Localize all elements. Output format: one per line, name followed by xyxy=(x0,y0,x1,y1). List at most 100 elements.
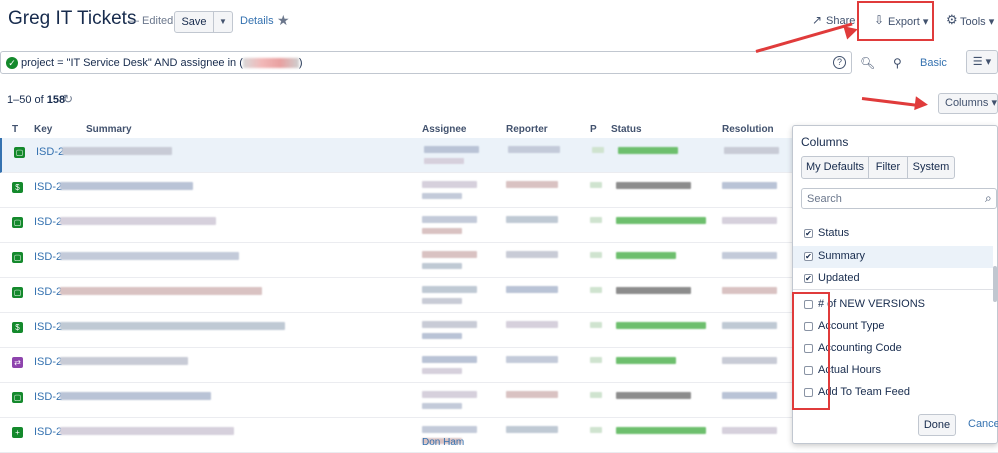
redacted-cell xyxy=(422,333,462,339)
layout-options-button[interactable]: ☰ ▾ xyxy=(966,50,998,74)
assignee-name[interactable]: Don Ham xyxy=(422,437,464,448)
col-header-priority[interactable]: P xyxy=(590,124,597,135)
issue-key-link[interactable]: ISD-2 xyxy=(34,391,62,403)
col-header-resolution[interactable]: Resolution xyxy=(722,124,774,135)
save-options-dropdown[interactable]: ▼ xyxy=(213,11,233,33)
issue-type-icon: ▢ xyxy=(12,392,23,403)
redacted-cell xyxy=(60,392,211,400)
done-button[interactable]: Done xyxy=(918,414,956,436)
favorite-star-icon[interactable]: ★ xyxy=(277,12,290,29)
issue-type-icon: ⇄ xyxy=(12,357,23,368)
issue-key-link[interactable]: ISD-2 xyxy=(34,251,62,263)
refresh-icon[interactable]: ↻ xyxy=(63,92,73,106)
search-placeholder: Search xyxy=(807,193,842,205)
issue-type-icon: + xyxy=(12,427,23,438)
list-icon: ☰ ▾ xyxy=(972,56,992,68)
issue-key-link[interactable]: ISD-2 xyxy=(34,356,62,368)
annotation-arrow-columns xyxy=(861,97,918,107)
redacted-cell xyxy=(722,287,777,294)
redacted-cell xyxy=(60,287,262,295)
checkbox-checked-icon[interactable]: ✔ xyxy=(804,252,813,261)
column-option[interactable]: ✔ Status xyxy=(793,223,993,245)
redacted-cell xyxy=(506,391,558,398)
redacted-cell xyxy=(422,251,477,258)
col-header-summary[interactable]: Summary xyxy=(86,124,132,135)
column-option-label: Add To Team Feed xyxy=(818,386,910,398)
help-icon[interactable]: ? xyxy=(833,56,846,69)
search-icon: ⌕ xyxy=(985,191,992,205)
gear-icon: ⚙ xyxy=(946,12,958,27)
checkbox-checked-icon[interactable]: ✔ xyxy=(804,274,813,283)
checkbox-checked-icon[interactable]: ✔ xyxy=(804,229,813,238)
redacted-cell xyxy=(60,217,216,225)
column-option[interactable]: ✔ Updated xyxy=(793,268,993,290)
arrowhead-icon xyxy=(914,96,929,112)
issue-type-icon: ▢ xyxy=(12,217,23,228)
page-title: Greg IT Tickets xyxy=(8,8,137,29)
redacted-cell xyxy=(506,181,558,188)
redacted-cell xyxy=(422,216,477,223)
redacted-cell xyxy=(724,147,779,154)
redacted-cell xyxy=(60,357,188,365)
issue-key-link[interactable]: ISD-2 xyxy=(34,181,62,193)
save-button[interactable]: Save xyxy=(174,11,214,33)
issue-type-icon: $ xyxy=(12,322,23,333)
basic-mode-link[interactable]: Basic xyxy=(920,57,947,69)
col-header-status[interactable]: Status xyxy=(611,124,642,135)
cancel-link[interactable]: Cancel xyxy=(968,418,998,430)
issue-type-icon: ▢ xyxy=(14,147,25,158)
redacted-cell xyxy=(590,322,602,328)
column-option-label: Accounting Code xyxy=(818,342,902,354)
redacted-cell xyxy=(616,427,706,434)
col-header-type[interactable]: T xyxy=(12,124,18,135)
redacted-cell xyxy=(506,356,558,363)
redacted-cell xyxy=(422,368,462,374)
search-icon[interactable]: 🔍︎ xyxy=(860,56,875,70)
issue-key-link[interactable]: ISD-2 xyxy=(34,216,62,228)
redacted-cell xyxy=(60,252,239,260)
redacted-cell xyxy=(60,182,193,190)
redacted-cell xyxy=(616,252,676,259)
details-link[interactable]: Details xyxy=(240,15,274,27)
tab-my-defaults[interactable]: My Defaults xyxy=(801,156,869,179)
popup-scrollbar[interactable] xyxy=(993,266,997,302)
tab-system[interactable]: System xyxy=(907,156,955,179)
redacted-cell xyxy=(616,287,691,294)
redacted-cell xyxy=(590,287,602,293)
redacted-cell xyxy=(424,146,479,153)
col-header-reporter[interactable]: Reporter xyxy=(506,124,548,135)
redacted-cell xyxy=(616,392,691,399)
result-count: 1–50 of 158 xyxy=(7,94,66,106)
col-header-key[interactable]: Key xyxy=(34,124,52,135)
jql-query-field[interactable]: ✓ project = "IT Service Desk" AND assign… xyxy=(0,51,852,74)
issue-key-link[interactable]: ISD-2 xyxy=(34,426,62,438)
redacted-cell xyxy=(722,252,777,259)
issue-type-icon: $ xyxy=(12,182,23,193)
column-option[interactable]: ✔ Summary xyxy=(793,246,993,268)
issue-key-link[interactable]: ISD-2 xyxy=(36,146,64,158)
redacted-cell xyxy=(722,392,777,399)
divider xyxy=(793,289,993,290)
redacted-cell xyxy=(590,392,602,398)
col-header-assignee[interactable]: Assignee xyxy=(422,124,466,135)
redacted-cell xyxy=(722,427,777,434)
advanced-filter-icon[interactable]: ⚲ xyxy=(893,56,902,70)
redacted-cell xyxy=(616,357,676,364)
issue-key-link[interactable]: ISD-2 xyxy=(34,321,62,333)
redacted-cell xyxy=(590,427,602,433)
redacted-cell xyxy=(422,356,477,363)
redacted-cell xyxy=(422,193,462,199)
tools-button[interactable]: Tools ▾ xyxy=(960,15,994,28)
export-button[interactable]: Export ▾ xyxy=(888,15,928,28)
tab-filter[interactable]: Filter xyxy=(868,156,908,179)
redacted-cell xyxy=(422,403,462,409)
redacted-cell xyxy=(508,146,560,153)
column-search-input[interactable]: Search ⌕ xyxy=(801,188,997,209)
redacted-cell xyxy=(592,147,604,153)
columns-button[interactable]: Columns ▾ xyxy=(938,93,998,114)
redacted-cell xyxy=(722,217,777,224)
redacted-cell xyxy=(590,182,602,188)
issue-key-link[interactable]: ISD-2 xyxy=(34,286,62,298)
redacted-cell xyxy=(590,217,602,223)
valid-check-icon: ✓ xyxy=(6,57,18,69)
